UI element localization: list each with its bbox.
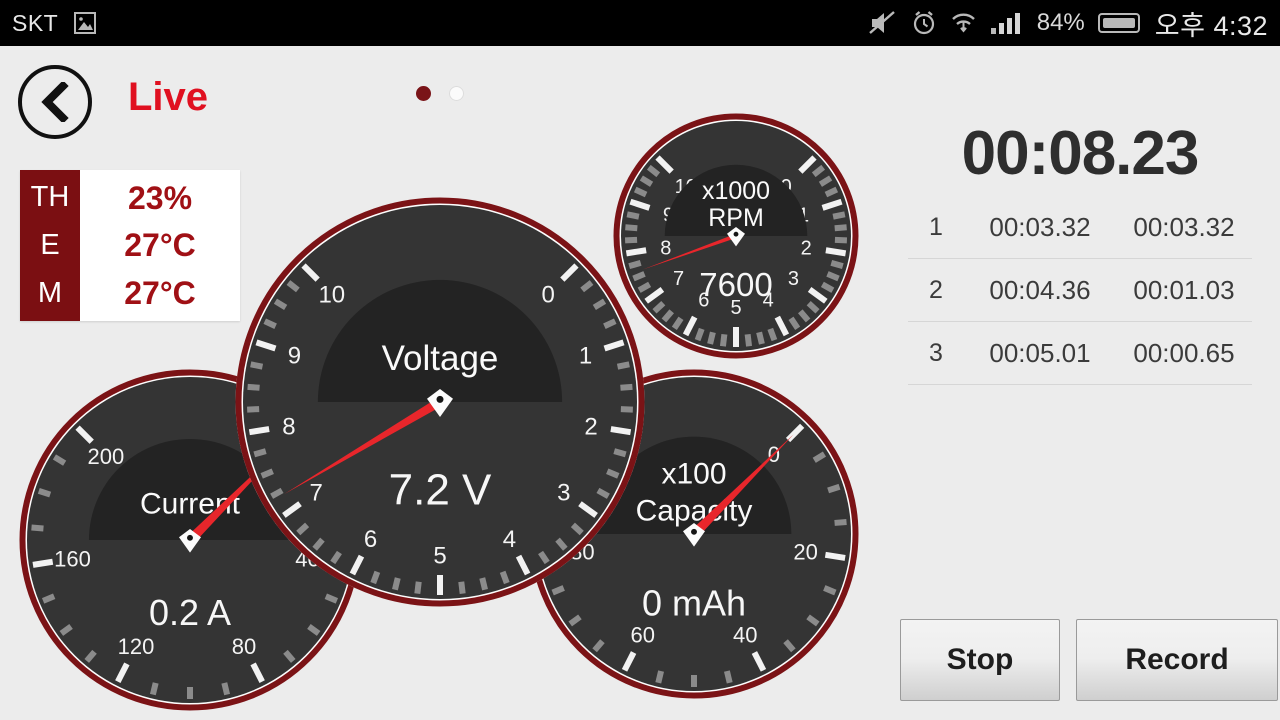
them-value-esc-temp: 27°C xyxy=(124,227,196,264)
lap-total-time: 00:04.36 xyxy=(989,274,1091,305)
svg-text:3: 3 xyxy=(788,268,799,290)
svg-text:3: 3 xyxy=(557,480,570,507)
svg-text:160: 160 xyxy=(54,547,91,572)
svg-text:8: 8 xyxy=(282,414,295,441)
chevron-left-icon xyxy=(38,80,72,124)
page-title: Live xyxy=(128,75,209,119)
svg-text:7.2 V: 7.2 V xyxy=(389,465,492,514)
svg-text:5: 5 xyxy=(433,543,446,570)
action-buttons: Stop Record xyxy=(900,619,1278,701)
them-label-e: E xyxy=(40,228,60,261)
svg-text:0: 0 xyxy=(542,281,555,308)
table-row[interactable]: 3 00:05.01 00:00.65 xyxy=(908,322,1252,385)
elapsed-timer: 00:08.23 xyxy=(961,119,1200,188)
table-row[interactable]: 2 00:04.36 00:01.03 xyxy=(908,259,1252,322)
svg-text:0.2 A: 0.2 A xyxy=(149,592,231,633)
svg-text:x1000: x1000 xyxy=(702,177,770,205)
svg-text:x100: x100 xyxy=(661,457,726,490)
lap-total-time: 00:05.01 xyxy=(989,337,1091,368)
wifi-icon xyxy=(950,10,977,36)
record-button[interactable]: Record xyxy=(1076,619,1278,701)
lap-index: 1 xyxy=(929,212,943,241)
back-button[interactable] xyxy=(18,65,92,139)
them-panel: TH E M 23% 27°C 27°C xyxy=(20,170,240,321)
svg-text:20: 20 xyxy=(793,540,817,565)
svg-text:80: 80 xyxy=(232,634,256,659)
lap-table: 1 00:03.32 00:03.32 2 00:04.36 00:01.03 … xyxy=(908,196,1252,385)
svg-text:1: 1 xyxy=(579,342,592,369)
them-value-motor-temp: 27°C xyxy=(124,275,196,312)
lap-split-time: 00:03.32 xyxy=(1133,211,1235,242)
gauge-voltage[interactable]: 0 1 2 3 4 5 6 7 8 9 10 Voltage 7.2 V xyxy=(234,196,646,608)
svg-text:Voltage: Voltage xyxy=(382,339,499,378)
clock-label: 오후 4:32 xyxy=(1154,10,1268,41)
svg-text:4: 4 xyxy=(503,526,516,553)
them-values: 23% 27°C 27°C xyxy=(80,170,240,321)
mute-icon xyxy=(868,10,898,36)
signal-icon xyxy=(990,10,1024,36)
lap-split-time: 00:00.65 xyxy=(1133,337,1235,368)
status-right-icons: 84% 오후 4:32 xyxy=(855,4,1268,43)
lap-split-time: 00:01.03 xyxy=(1133,274,1235,305)
svg-text:0 mAh: 0 mAh xyxy=(642,583,746,624)
gauge-rpm[interactable]: 012345678910x1000RPM7600 xyxy=(612,112,860,360)
image-icon xyxy=(74,11,97,35)
status-left-icons xyxy=(74,11,97,35)
svg-text:8: 8 xyxy=(660,237,671,259)
svg-text:40: 40 xyxy=(733,623,757,648)
svg-text:Capacity: Capacity xyxy=(636,494,753,527)
svg-text:2: 2 xyxy=(801,237,812,259)
lap-total-time: 00:03.32 xyxy=(989,211,1091,242)
lap-index: 3 xyxy=(929,338,943,367)
app-header: Live xyxy=(0,46,1280,139)
page-dot-2[interactable] xyxy=(449,86,464,101)
page-indicator[interactable] xyxy=(416,86,464,101)
table-row[interactable]: 1 00:03.32 00:03.32 xyxy=(908,196,1252,259)
them-labels: TH E M xyxy=(20,170,80,321)
battery-icon xyxy=(1097,11,1142,35)
them-label-th: TH xyxy=(30,181,70,214)
page-dot-1[interactable] xyxy=(416,86,431,101)
svg-text:6: 6 xyxy=(364,526,377,553)
svg-text:7600: 7600 xyxy=(699,266,772,303)
alarm-icon xyxy=(911,10,937,36)
svg-text:200: 200 xyxy=(87,444,124,469)
status-bar: SKT 84% 오후 4:32 xyxy=(0,0,1280,46)
svg-text:60: 60 xyxy=(630,623,654,648)
lap-index: 2 xyxy=(929,275,943,304)
svg-text:7: 7 xyxy=(673,268,684,290)
them-value-throttle: 23% xyxy=(127,179,193,216)
svg-text:120: 120 xyxy=(118,634,155,659)
svg-text:10: 10 xyxy=(318,281,345,308)
svg-text:2: 2 xyxy=(584,414,597,441)
svg-text:7: 7 xyxy=(310,480,323,507)
them-label-m: M xyxy=(37,276,63,309)
svg-text:9: 9 xyxy=(288,342,301,369)
app-root: SKT 84% 오후 4:32 Live TH E M 23% 27°C 27°… xyxy=(0,0,1280,720)
carrier-label: SKT xyxy=(12,9,59,36)
stop-button[interactable]: Stop xyxy=(900,619,1060,701)
battery-percent: 84% xyxy=(1036,9,1085,36)
